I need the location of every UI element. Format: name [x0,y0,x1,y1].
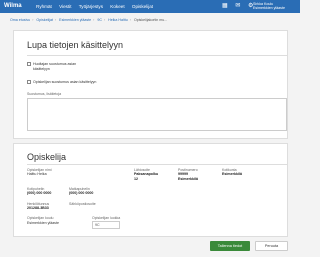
breadcrumb-student[interactable]: Helka Halttu [108,18,128,22]
user-school: Esimerkkien yläaste [253,6,285,11]
student-title: Opiskelija [27,152,67,162]
user-menu[interactable]: Sirkka Koulu Esimerkkien yläaste [253,2,285,11]
bell-icon[interactable]: ✉ [235,3,240,9]
home-phone-value: (000) 000 0000 [27,191,52,195]
nav-item-kokeet[interactable]: Kokeet [110,4,124,9]
city-value: Esimerkkilä [222,172,242,176]
app-logo[interactable]: Wilma [4,3,22,10]
nav-item-ryhmat[interactable]: Ryhmät [36,4,52,9]
postal-city: Esimerkkilä [178,176,198,181]
grid-icon[interactable]: ▦ [222,3,228,9]
guardian-consent-label: Huoltajan suostumus asian käsittelyyn [33,62,77,71]
divider [27,164,287,165]
name-value: Halttu Helka [27,172,47,176]
breadcrumb-current: Opiskelijakortin mu... [133,18,168,22]
nav-item-opiskelijat[interactable]: Opiskelijat [132,4,153,9]
guardian-consent-checkbox[interactable] [27,62,31,66]
breadcrumb-school[interactable]: Esimerkkien yläaste [59,18,91,22]
address-number: 12 [134,176,138,181]
cancel-button[interactable]: Peruuta [255,241,288,251]
breadcrumb-home[interactable]: Oma etusivu [10,18,30,22]
nav-item-viestit[interactable]: Viestit [59,4,71,9]
top-bar: Wilma Ryhmät Viestit Työjärjestys Kokeet… [0,0,300,13]
student-consent-label: Opiskelijan suostumus asian käsittelyyn [33,80,97,84]
consent-notes-label: Suostumus, lisätietoja [27,92,62,96]
school-value: Esimerkkien yläaste [27,220,59,225]
consent-panel: Lupa tietojen käsittelyyn Huoltajan suos… [13,30,288,139]
breadcrumb-class[interactable]: 9C [97,18,102,22]
divider [27,55,287,56]
main-nav: Ryhmät Viestit Työjärjestys Kokeet Opisk… [36,3,159,10]
mobile-value: (000) 000 0000 [69,191,94,195]
student-consent-checkbox[interactable] [27,80,31,84]
class-label: Opiskelijan luokka [92,216,121,220]
ssn-value: 201288-3B33 [27,206,49,210]
student-panel: Opiskelija Opiskelijan nimi Halttu Helka… [13,143,288,237]
email-label: Sähköpostiosoite [69,202,96,206]
breadcrumb: Oma etusivu › Opiskelijat › Esimerkkien yl… [10,18,168,22]
class-input[interactable]: 9C [92,221,120,229]
consent-title: Lupa tietojen käsittelyyn [27,40,124,50]
save-button[interactable]: Tallenna tiedot [210,241,250,251]
breadcrumb-students[interactable]: Opiskelijat [36,18,53,22]
consent-notes-textarea[interactable] [27,98,287,131]
nav-item-tyojarjestys[interactable]: Työjärjestys [79,4,103,9]
